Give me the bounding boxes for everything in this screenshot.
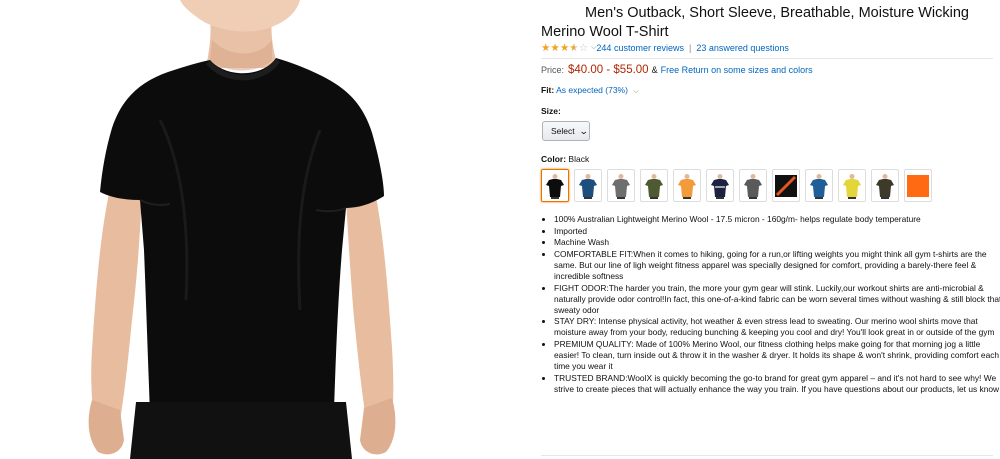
tshirt-thumbnail-icon [579, 173, 597, 199]
divider [541, 58, 993, 59]
color-label-row: Color: Black [541, 154, 589, 164]
feature-bullet: COMFORTABLE FIT:When it comes to hiking,… [554, 249, 1000, 282]
color-label: Color: [541, 154, 567, 164]
price-label: Price: [541, 65, 565, 75]
half-star-icon: ★ [569, 42, 579, 54]
price-row: Price: $40.00 - $55.00 & Free Return on … [541, 64, 813, 76]
divider [541, 455, 993, 456]
product-image[interactable] [0, 0, 520, 459]
price-value: $40.00 - $55.00 [568, 64, 649, 76]
color-swatch-yellow[interactable] [838, 169, 866, 202]
color-swatch-black[interactable] [541, 169, 569, 202]
feature-bullet: Machine Wash [554, 237, 1000, 248]
color-swatch-blue[interactable] [805, 169, 833, 202]
tshirt-thumbnail-icon [907, 174, 929, 197]
fit-row: Fit: As expected (73%) ⌵ [541, 85, 639, 96]
rating-row: ★ ★ ★ ★ ☆ ⌵ 244 customer reviews | 23 an… [541, 41, 789, 55]
product-details: Men's Outback, Short Sleeve, Breathable,… [541, 0, 1000, 459]
tshirt-thumbnail-icon [744, 173, 762, 199]
tshirt-thumbnail-icon [775, 174, 797, 197]
tshirt-thumbnail-icon [612, 173, 630, 199]
feature-bullet: TRUSTED BRAND:WoolX is quickly becoming … [554, 373, 1000, 395]
tshirt-thumbnail-icon [876, 173, 894, 199]
color-swatch-gray[interactable] [607, 169, 635, 202]
product-title: Men's Outback, Short Sleeve, Breathable,… [541, 5, 969, 40]
color-swatch-dark-olive[interactable] [871, 169, 899, 202]
color-swatch-orange[interactable] [673, 169, 701, 202]
model-wearing-tshirt-illustration [88, 0, 396, 459]
star-icon: ★ [541, 42, 551, 54]
color-swatches [541, 169, 932, 202]
empty-star-icon: ☆ [578, 42, 589, 54]
color-swatch-bright-orange[interactable] [904, 169, 932, 202]
tshirt-thumbnail-icon [645, 173, 663, 199]
free-return-link[interactable]: Free Return on some sizes and colors [661, 65, 813, 75]
tshirt-thumbnail-icon [546, 173, 564, 199]
star-rating[interactable]: ★ ★ ★ ★ ☆ [541, 42, 589, 54]
feature-bullet: STAY DRY: Intense physical activity, hot… [554, 316, 1000, 338]
feature-bullet: Imported [554, 226, 1000, 237]
star-icon: ★ [550, 42, 560, 54]
size-dropdown-value: Select [551, 126, 575, 136]
tshirt-thumbnail-icon [843, 173, 861, 199]
price-amp: & [651, 65, 658, 75]
feature-bullet: PREMIUM QUALITY: Made of 100% Merino Woo… [554, 339, 1000, 372]
star-icon: ★ [559, 42, 570, 54]
tshirt-thumbnail-icon [678, 173, 696, 199]
customer-reviews-link[interactable]: 244 customer reviews [596, 43, 684, 53]
fit-value-link[interactable]: As expected (73%) [556, 85, 628, 95]
tshirt-thumbnail-icon [810, 173, 828, 199]
size-dropdown[interactable]: Select ⌄ [542, 121, 590, 141]
selected-color-name: Black [568, 154, 590, 164]
color-swatch-charcoal[interactable] [739, 169, 767, 202]
color-swatch-olive[interactable] [640, 169, 668, 202]
fit-label: Fit: [541, 85, 555, 95]
color-swatch-orange-black-stripe[interactable] [772, 169, 800, 202]
size-label: Size: [541, 106, 561, 116]
feature-bullet: 100% Australian Lightweight Merino Wool … [554, 214, 1000, 225]
tshirt-thumbnail-icon [711, 173, 729, 199]
color-swatch-navy-white[interactable] [706, 169, 734, 202]
answered-questions-link[interactable]: 23 answered questions [696, 43, 789, 53]
color-swatch-navy-blue[interactable] [574, 169, 602, 202]
chevron-down-icon[interactable]: ⌵ [633, 88, 638, 95]
separator: | [688, 43, 692, 53]
caret-down-icon: ⌄ [578, 125, 589, 136]
feature-bullet: FIGHT ODOR:The harder you train, the mor… [554, 283, 1000, 316]
feature-bullets: 100% Australian Lightweight Merino Wool … [541, 214, 1000, 396]
